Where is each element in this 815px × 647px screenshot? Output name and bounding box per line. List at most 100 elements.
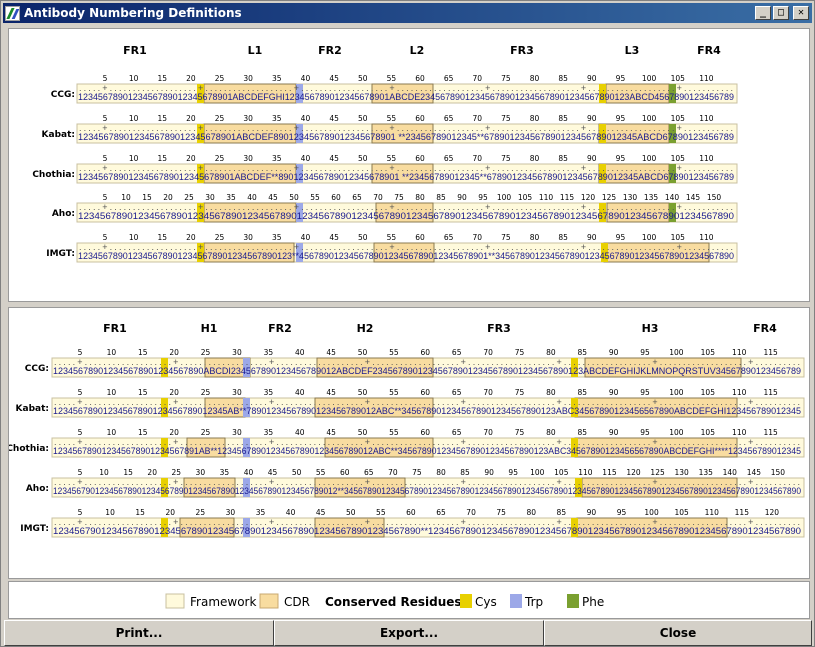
light-tick-label: 50 [289,193,299,202]
app-icon [5,5,20,21]
heavy-tick-label: 80 [526,508,536,517]
light-tick-label: 75 [501,154,511,163]
heavy-tick-label: 120 [626,468,641,477]
heavy-tick-label: 60 [421,348,431,357]
heavy-tick-label: 30 [226,508,236,517]
light-tick-label: 150 [707,193,722,202]
light-tick-label: 50 [358,154,368,163]
light-tick-label: 35 [226,193,236,202]
light-tick-label: 140 [665,193,680,202]
heavy-tick-label: 90 [609,388,619,397]
heavy-row-label: IMGT: [20,524,49,534]
heavy-region-h2: H2 [357,322,374,335]
window-title: Antibody Numbering Definitions [24,6,242,20]
light-tick-label: 50 [358,114,368,123]
light-chain-numbering-chart: FR1 L1 FR2 L2 FR3 L3 FR4 CCG: 5 10 15 20 25 30 35 40 45 5… [32,44,738,263]
light-tick-label: 95 [616,233,626,242]
minimize-button[interactable]: _ [755,6,771,20]
heavy-tick-label: 90 [609,428,619,437]
light-tick-label: 50 [358,233,368,242]
heavy-tick-label: 85 [577,388,587,397]
heavy-tick-label: 10 [107,348,117,357]
light-tick-label: 85 [436,193,446,202]
light-tick-label: 70 [373,193,383,202]
heavy-tick-label: 140 [723,468,738,477]
light-tick-label: 5 [103,74,108,83]
heavy-tick-label: 15 [123,468,133,477]
light-tick-label: 55 [387,74,397,83]
light-tick-label: 25 [215,154,225,163]
heavy-tick-label: 115 [735,508,750,517]
heavy-tick-label: 110 [705,508,720,517]
light-tick-label: 75 [394,193,404,202]
heavy-tick-label: 40 [244,468,254,477]
close-window-button[interactable]: ✕ [793,6,809,20]
heavy-tick-label: 110 [732,428,747,437]
light-tick-label: 100 [642,233,657,242]
heavy-tick-label: 20 [169,348,179,357]
heavy-tick-label: 115 [602,468,617,477]
light-row-label: Chothia: [32,170,75,180]
heavy-tick-label: 45 [326,348,336,357]
light-tick-label: 75 [501,114,511,123]
light-tick-label: 35 [272,233,282,242]
light-tick-label: 5 [103,114,108,123]
heavy-tick-label: 55 [376,508,386,517]
heavy-tick-label: 30 [196,468,206,477]
heavy-tick-label: 100 [669,388,684,397]
heavy-tick-label: 45 [326,388,336,397]
light-tick-label: 70 [472,154,482,163]
heavy-tick-label: 80 [436,468,446,477]
light-tick-label: 85 [558,233,568,242]
heavy-sequence-text: 1234567901234567890123456789012345678901… [53,486,801,496]
heavy-tick-label: 70 [483,388,493,397]
heavy-tick-label: 50 [346,508,356,517]
light-tick-label: 60 [415,114,425,123]
heavy-tick-label: 75 [515,388,525,397]
heavy-tick-label: 70 [388,468,398,477]
light-tick-label: 110 [699,154,714,163]
heavy-tick-label: 35 [220,468,230,477]
title-bar[interactable]: Antibody Numbering Definitions _ □ ✕ [3,3,812,23]
light-tick-label: 125 [602,193,617,202]
heavy-tick-label: 80 [546,348,556,357]
light-tick-label: 15 [142,193,152,202]
light-tick-label: 135 [644,193,659,202]
light-tick-label: 110 [699,233,714,242]
light-region-fr4: FR4 [697,44,721,57]
light-tick-label: 10 [129,74,139,83]
heavy-tick-label: 65 [364,468,374,477]
heavy-row-label: Kabat: [16,404,49,414]
light-row-label: Kabat: [42,130,75,140]
light-tick-label: 65 [444,233,454,242]
light-tick-label: 70 [472,233,482,242]
print-button[interactable]: Print... [4,620,274,646]
heavy-tick-label: 20 [147,468,157,477]
heavy-tick-label: 115 [763,388,778,397]
heavy-tick-label: 10 [107,388,117,397]
heavy-tick-label: 85 [577,428,587,437]
export-button[interactable]: Export... [274,620,544,646]
heavy-tick-label: 20 [169,388,179,397]
light-tick-label: 45 [329,74,339,83]
cys-legend-label: Cys [475,595,497,609]
light-tick-label: 65 [444,74,454,83]
light-tick-label: 115 [560,193,575,202]
heavy-region-h3: H3 [642,322,659,335]
heavy-sequence-text: 1234567901234567890123456789012345678901… [53,526,801,536]
heavy-sequence-text: 12345678901234567890123456789012345AB**7… [53,406,801,416]
heavy-row-label: Aho: [26,484,49,494]
heavy-tick-label: 75 [515,428,525,437]
dialog-window: Antibody Numbering Definitions _ □ ✕ FR1… [0,0,815,647]
light-tick-label: 80 [530,233,540,242]
heavy-tick-label: 100 [530,468,545,477]
maximize-button[interactable]: □ [773,6,789,20]
close-button[interactable]: Close [544,620,812,646]
light-tick-label: 45 [268,193,278,202]
cdr-swatch [259,593,279,609]
legend: Framework CDR Conserved Residues: Cys Tr… [8,581,810,619]
heavy-region-fr4: FR4 [753,322,777,335]
light-tick-label: 20 [186,114,196,123]
heavy-chain-numbering-chart: FR1 H1 FR2 H2 FR3 H3 FR4 CCG: 5 10 15 20 25 30 35 40 45 5… [6,322,805,538]
heavy-tick-label: 55 [316,468,326,477]
